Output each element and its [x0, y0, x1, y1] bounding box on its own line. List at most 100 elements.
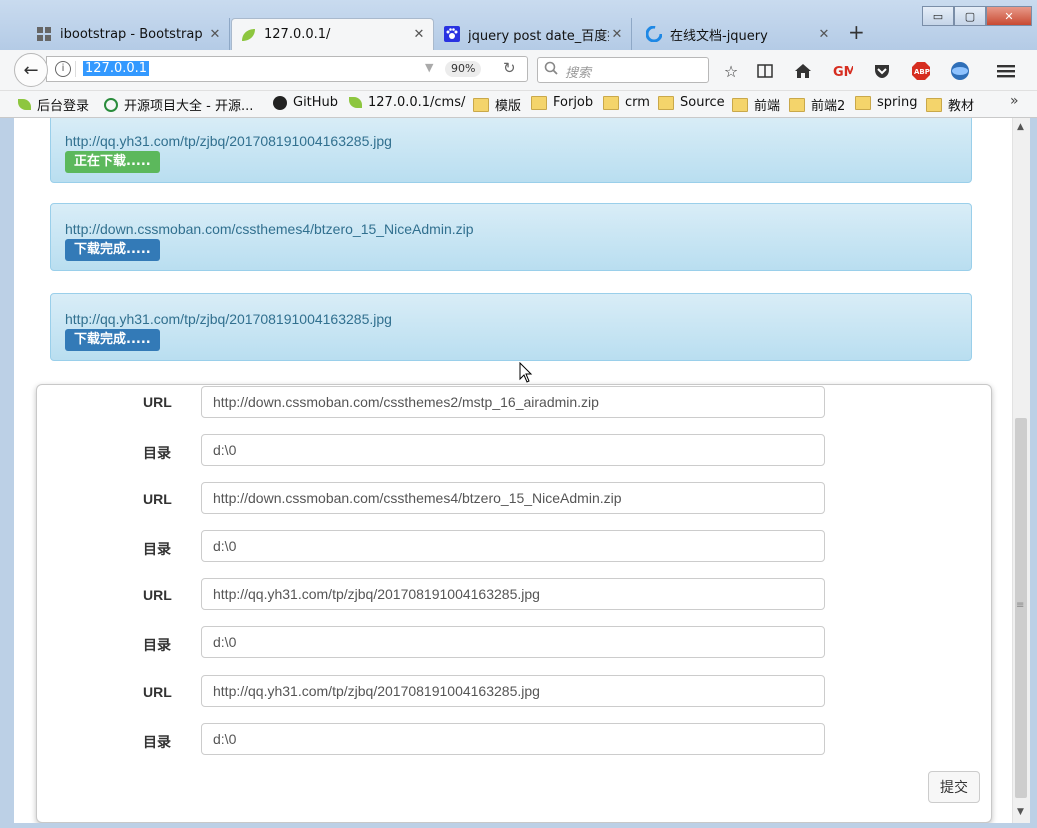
download-alert: http://qq.yh31.com/tp/zjbq/2017081910041…	[50, 293, 972, 361]
reload-icon[interactable]: ↻	[503, 59, 516, 77]
close-tab-icon[interactable]: ✕	[609, 27, 625, 42]
chevron-down-icon[interactable]: ▼	[425, 61, 433, 74]
url-label: URL	[143, 684, 172, 700]
bookmark-label: Forjob	[553, 95, 594, 110]
bookmark-label: GitHub	[293, 95, 339, 110]
leaf-icon	[18, 99, 31, 110]
search-placeholder: 搜索	[565, 66, 592, 81]
bookmark-label: spring	[877, 95, 918, 110]
tab-baidu[interactable]: jquery post date_百度搜 ✕	[436, 18, 632, 50]
search-input[interactable]: 搜索	[537, 57, 709, 83]
bookmark-folder[interactable]: Forjob	[531, 95, 593, 110]
tab-jquery-docs[interactable]: 在线文档-jquery ✕	[638, 18, 838, 50]
bookmark-folder[interactable]: spring	[855, 95, 917, 110]
url-input[interactable]	[201, 482, 825, 514]
grip-icon: ≡	[1016, 600, 1025, 611]
page-scrollbar[interactable]: ▲ ≡ ▼	[1012, 118, 1030, 823]
gm-extension-icon[interactable]: GM	[832, 60, 854, 82]
url-input[interactable]	[201, 675, 825, 707]
navigation-toolbar: i 127.0.0.1 ▼ 90% ↻ ← 搜索 ☆ GM ABP	[0, 50, 1037, 91]
leaf-icon	[349, 97, 362, 108]
url-label: URL	[143, 587, 172, 603]
bookmark-star-icon[interactable]: ☆	[720, 60, 742, 82]
tab-title: 127.0.0.1/	[264, 27, 331, 42]
bookmarks-overflow-button[interactable]: »	[1010, 93, 1019, 109]
submit-button[interactable]: 提交	[928, 771, 980, 803]
scrollbar-thumb[interactable]: ≡	[1015, 418, 1027, 798]
scroll-down-arrow-icon[interactable]: ▼	[1017, 807, 1024, 817]
folder-icon	[732, 97, 748, 112]
bookmark-folder[interactable]: 教材	[926, 95, 974, 114]
bookmarks-toolbar: 后台登录 开源项目大全 - 开源... GitHub 127.0.0.1/cms…	[0, 91, 1037, 118]
maximize-button[interactable]: ▢	[954, 6, 986, 26]
close-tab-icon[interactable]: ✕	[411, 27, 427, 42]
tab-localhost[interactable]: 127.0.0.1/ ✕	[231, 18, 434, 50]
directory-input[interactable]	[201, 723, 825, 755]
bookmark-label: 开源项目大全 - 开源...	[124, 99, 254, 114]
bookmark-item[interactable]: 开源项目大全 - 开源...	[104, 95, 253, 114]
bookmark-folder[interactable]: Source	[658, 95, 725, 110]
bookmark-folder[interactable]: 前端2	[789, 95, 845, 114]
svg-text:GM: GM	[833, 65, 853, 79]
mouse-cursor-icon	[519, 362, 533, 383]
bookmark-item[interactable]: GitHub	[273, 95, 338, 110]
reading-list-icon[interactable]	[754, 60, 776, 82]
directory-label: 目录	[143, 445, 171, 461]
bookmark-folder[interactable]: crm	[603, 95, 650, 110]
url-text[interactable]: 127.0.0.1	[83, 61, 150, 76]
download-form-modal: URL 目录 URL 目录 URL 目录 URL 目录 提交	[36, 384, 992, 823]
scroll-up-arrow-icon[interactable]: ▲	[1017, 122, 1024, 132]
new-tab-button[interactable]: +	[848, 20, 865, 44]
close-tab-icon[interactable]: ✕	[207, 27, 223, 42]
folder-icon	[531, 95, 547, 110]
bookmark-item[interactable]: 127.0.0.1/cms/	[349, 95, 465, 110]
bookmark-label: 模版	[495, 99, 522, 114]
svg-text:ABP: ABP	[914, 68, 930, 76]
tab-ibootstrap[interactable]: ibootstrap - Bootstrap ✕	[28, 18, 230, 50]
download-url-link[interactable]: http://down.cssmoban.com/cssthemes4/btze…	[65, 221, 474, 237]
directory-label: 目录	[143, 541, 171, 557]
url-input[interactable]	[201, 578, 825, 610]
folder-icon	[926, 97, 942, 112]
menu-icon[interactable]	[995, 60, 1017, 82]
folder-icon	[789, 97, 805, 112]
title-bar: ibootstrap - Bootstrap ✕ 127.0.0.1/ ✕ jq…	[0, 0, 1037, 50]
kyc-logo-icon	[104, 97, 118, 112]
close-tab-icon[interactable]: ✕	[816, 27, 832, 42]
bookmark-item[interactable]: 后台登录	[18, 95, 89, 114]
pocket-icon[interactable]	[871, 60, 893, 82]
directory-label: 目录	[143, 637, 171, 653]
back-button[interactable]: ←	[14, 53, 48, 87]
directory-label: 目录	[143, 734, 171, 750]
info-icon[interactable]: i	[55, 61, 71, 77]
adblock-icon[interactable]: ABP	[910, 60, 932, 82]
zoom-level[interactable]: 90%	[445, 61, 482, 77]
home-icon[interactable]	[792, 60, 814, 82]
close-window-button[interactable]: ✕	[986, 6, 1032, 26]
tab-title: jquery post date_百度搜	[468, 28, 609, 44]
baidu-paw-icon	[444, 26, 460, 42]
download-url-link[interactable]: http://qq.yh31.com/tp/zjbq/2017081910041…	[65, 311, 392, 327]
status-badge: 正在下载.....	[65, 151, 160, 173]
window-controls: ▭ ▢ ✕	[922, 6, 1032, 26]
search-icon	[544, 61, 558, 79]
url-bar[interactable]: i 127.0.0.1 ▼ 90% ↻	[46, 56, 528, 82]
directory-input[interactable]	[201, 530, 825, 562]
directory-input[interactable]	[201, 626, 825, 658]
bookmark-label: 前端	[754, 99, 781, 114]
url-separator	[75, 61, 76, 77]
directory-input[interactable]	[201, 434, 825, 466]
download-url-link[interactable]: http://qq.yh31.com/tp/zjbq/2017081910041…	[65, 133, 392, 149]
bookmark-folder[interactable]: 前端	[732, 95, 780, 114]
bookmark-label: 127.0.0.1/cms/	[368, 95, 466, 110]
folder-icon	[473, 97, 489, 112]
github-icon	[273, 95, 287, 110]
download-alert: http://qq.yh31.com/tp/zjbq/2017081910041…	[50, 118, 972, 183]
url-input[interactable]	[201, 386, 825, 418]
extension-globe-icon[interactable]	[949, 60, 971, 82]
bookmark-folder[interactable]: 模版	[473, 95, 521, 114]
minimize-button[interactable]: ▭	[922, 6, 954, 26]
folder-icon	[855, 95, 871, 110]
folder-icon	[603, 95, 619, 110]
c-logo-icon	[645, 25, 663, 43]
